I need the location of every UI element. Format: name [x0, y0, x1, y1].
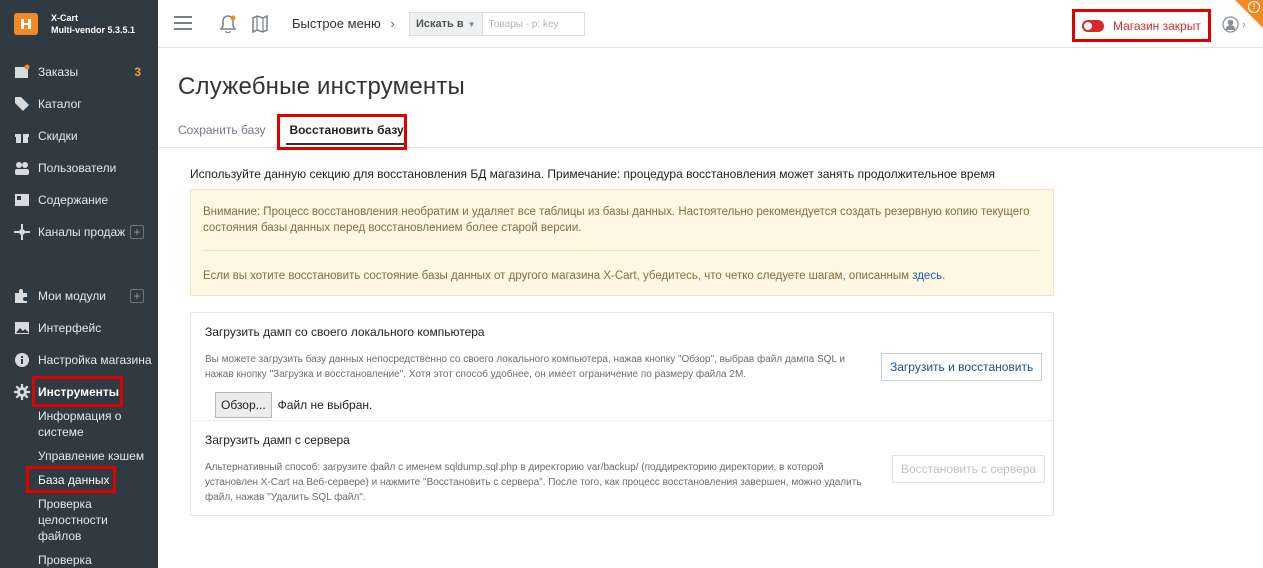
- tag-icon: [13, 96, 31, 112]
- main-content: Служебные инструменты Сохранить базу Вос…: [158, 49, 1263, 568]
- sidebar-item-label: Пользователи: [38, 161, 117, 175]
- toggle-switch-icon: [1082, 19, 1104, 32]
- restore-from-server-button[interactable]: Восстановить с сервера: [892, 455, 1046, 483]
- server-restore-section: Загрузить дамп с сервера Альтернативный …: [191, 421, 1053, 517]
- warning-text-2-end: .: [942, 270, 946, 282]
- storefront-icon[interactable]: [251, 14, 269, 36]
- sidebar-item-modules[interactable]: Мои модули +: [0, 280, 158, 312]
- hamburger-menu-icon[interactable]: [174, 16, 192, 30]
- xcart-logo-icon: [14, 13, 38, 35]
- intro-text: Используйте данную секцию для восстановл…: [190, 167, 995, 181]
- server-restore-title: Загрузить дамп с сервера: [205, 433, 350, 447]
- subnav-item-check[interactable]: Проверка: [38, 552, 158, 568]
- image-icon: [13, 320, 31, 336]
- expand-icon[interactable]: +: [130, 289, 144, 303]
- expand-icon[interactable]: +: [130, 225, 144, 239]
- quick-menu-label: Быстрое меню: [292, 16, 381, 31]
- sidebar-item-label: Содержание: [38, 193, 109, 207]
- subnav-item-cache[interactable]: Управление кэшем: [38, 448, 158, 464]
- tab-backup[interactable]: Сохранить базу: [178, 123, 265, 145]
- here-link[interactable]: здесь: [912, 270, 942, 282]
- gear-icon: [13, 384, 31, 400]
- restore-panel: Загрузить дамп со своего локального комп…: [190, 312, 1054, 516]
- store-status-label: Магазин закрыт: [1113, 18, 1201, 33]
- search-scope-label: Искать в: [416, 18, 464, 30]
- highlight-database: [26, 466, 116, 493]
- local-upload-desc: Вы можете загрузить базу данных непосред…: [205, 354, 846, 380]
- sidebar-item-store-settings[interactable]: Настройка магазина: [0, 344, 158, 376]
- brand[interactable]: X-Cart Multi-vendor 5.3.5.1: [0, 0, 158, 48]
- no-file-label: Файл не выбран.: [277, 398, 373, 412]
- sidebar-item-label: Настройка магазина: [38, 353, 152, 367]
- search-box: Искать в ▼: [409, 12, 585, 36]
- sidebar-item-label: Мои модули: [38, 289, 106, 303]
- file-picker: Обзор... Файл не выбран.: [215, 392, 372, 418]
- local-upload-title: Загрузить дамп со своего локального комп…: [205, 325, 485, 339]
- sidebar-item-label: Скидки: [38, 129, 78, 143]
- warning-text-2: Если вы хотите восстановить состояние ба…: [203, 268, 1039, 284]
- page-title: Служебные инструменты: [178, 73, 466, 100]
- sidebar-item-label: Заказы: [38, 65, 79, 79]
- warning-box: Внимание: Процесс восстановления необрат…: [190, 189, 1054, 296]
- sidebar-item-label: Каталог: [38, 97, 82, 111]
- topbar: Быстрое меню › Искать в ▼ Магазин закрыт…: [158, 0, 1263, 48]
- sidebar-item-interface[interactable]: Интерфейс: [0, 312, 158, 344]
- users-icon: [13, 160, 31, 176]
- alert-icon: !: [1248, 1, 1260, 13]
- local-upload-section: Загрузить дамп со своего локального комп…: [191, 313, 1053, 420]
- content-icon: [13, 192, 31, 208]
- server-restore-desc: Альтернативный способ: загрузите файл с …: [205, 462, 862, 503]
- store-status-toggle[interactable]: Магазин закрыт: [1072, 9, 1211, 42]
- warning-text: Внимание: Процесс восстановления необрат…: [203, 206, 1030, 234]
- bell-icon[interactable]: [219, 15, 237, 36]
- sidebar-item-orders[interactable]: Заказы 3: [0, 56, 158, 88]
- sidebar-item-label: Каналы продаж: [38, 225, 126, 239]
- orders-icon: [13, 64, 31, 80]
- sidebar: X-Cart Multi-vendor 5.3.5.1 Заказы 3 Кат…: [0, 0, 158, 568]
- sidebar-item-content[interactable]: Содержание: [0, 184, 158, 216]
- highlight-restore-tab: [277, 114, 407, 150]
- subnav-item-integrity[interactable]: Проверка целостности файлов: [38, 496, 118, 544]
- search-scope-select[interactable]: Искать в ▼: [410, 13, 483, 35]
- subnav-item-system-info[interactable]: Информация о системе: [38, 408, 128, 440]
- brand-version: Multi-vendor 5.3.5.1: [51, 25, 136, 35]
- orders-badge: 3: [134, 65, 141, 79]
- brand-name: X-Cart Multi-vendor 5.3.5.1: [51, 12, 135, 36]
- info-icon: [13, 352, 31, 368]
- browse-button[interactable]: Обзор...: [215, 392, 272, 418]
- sidebar-item-sales-channels[interactable]: Каналы продаж +: [0, 216, 158, 248]
- puzzle-icon: [13, 288, 31, 304]
- channels-icon: [13, 224, 31, 240]
- warning-text-2-body: Если вы хотите восстановить состояние ба…: [203, 270, 909, 282]
- quick-menu[interactable]: Быстрое меню ›: [292, 16, 395, 31]
- gift-icon: [13, 128, 31, 144]
- sidebar-item-label: Интерфейс: [38, 321, 102, 335]
- highlight-tools: [32, 376, 123, 407]
- sidebar-item-catalog[interactable]: Каталог: [0, 88, 158, 120]
- brand-title: X-Cart: [51, 13, 79, 23]
- warning-divider: [203, 250, 1039, 251]
- search-input[interactable]: [482, 13, 584, 35]
- sidebar-item-users[interactable]: Пользователи: [0, 152, 158, 184]
- sidebar-item-discounts[interactable]: Скидки: [0, 120, 158, 152]
- caret-down-icon: ▼: [467, 19, 476, 29]
- chevron-right-icon: ›: [390, 16, 395, 31]
- upload-restore-button[interactable]: Загрузить и восстановить: [881, 353, 1043, 381]
